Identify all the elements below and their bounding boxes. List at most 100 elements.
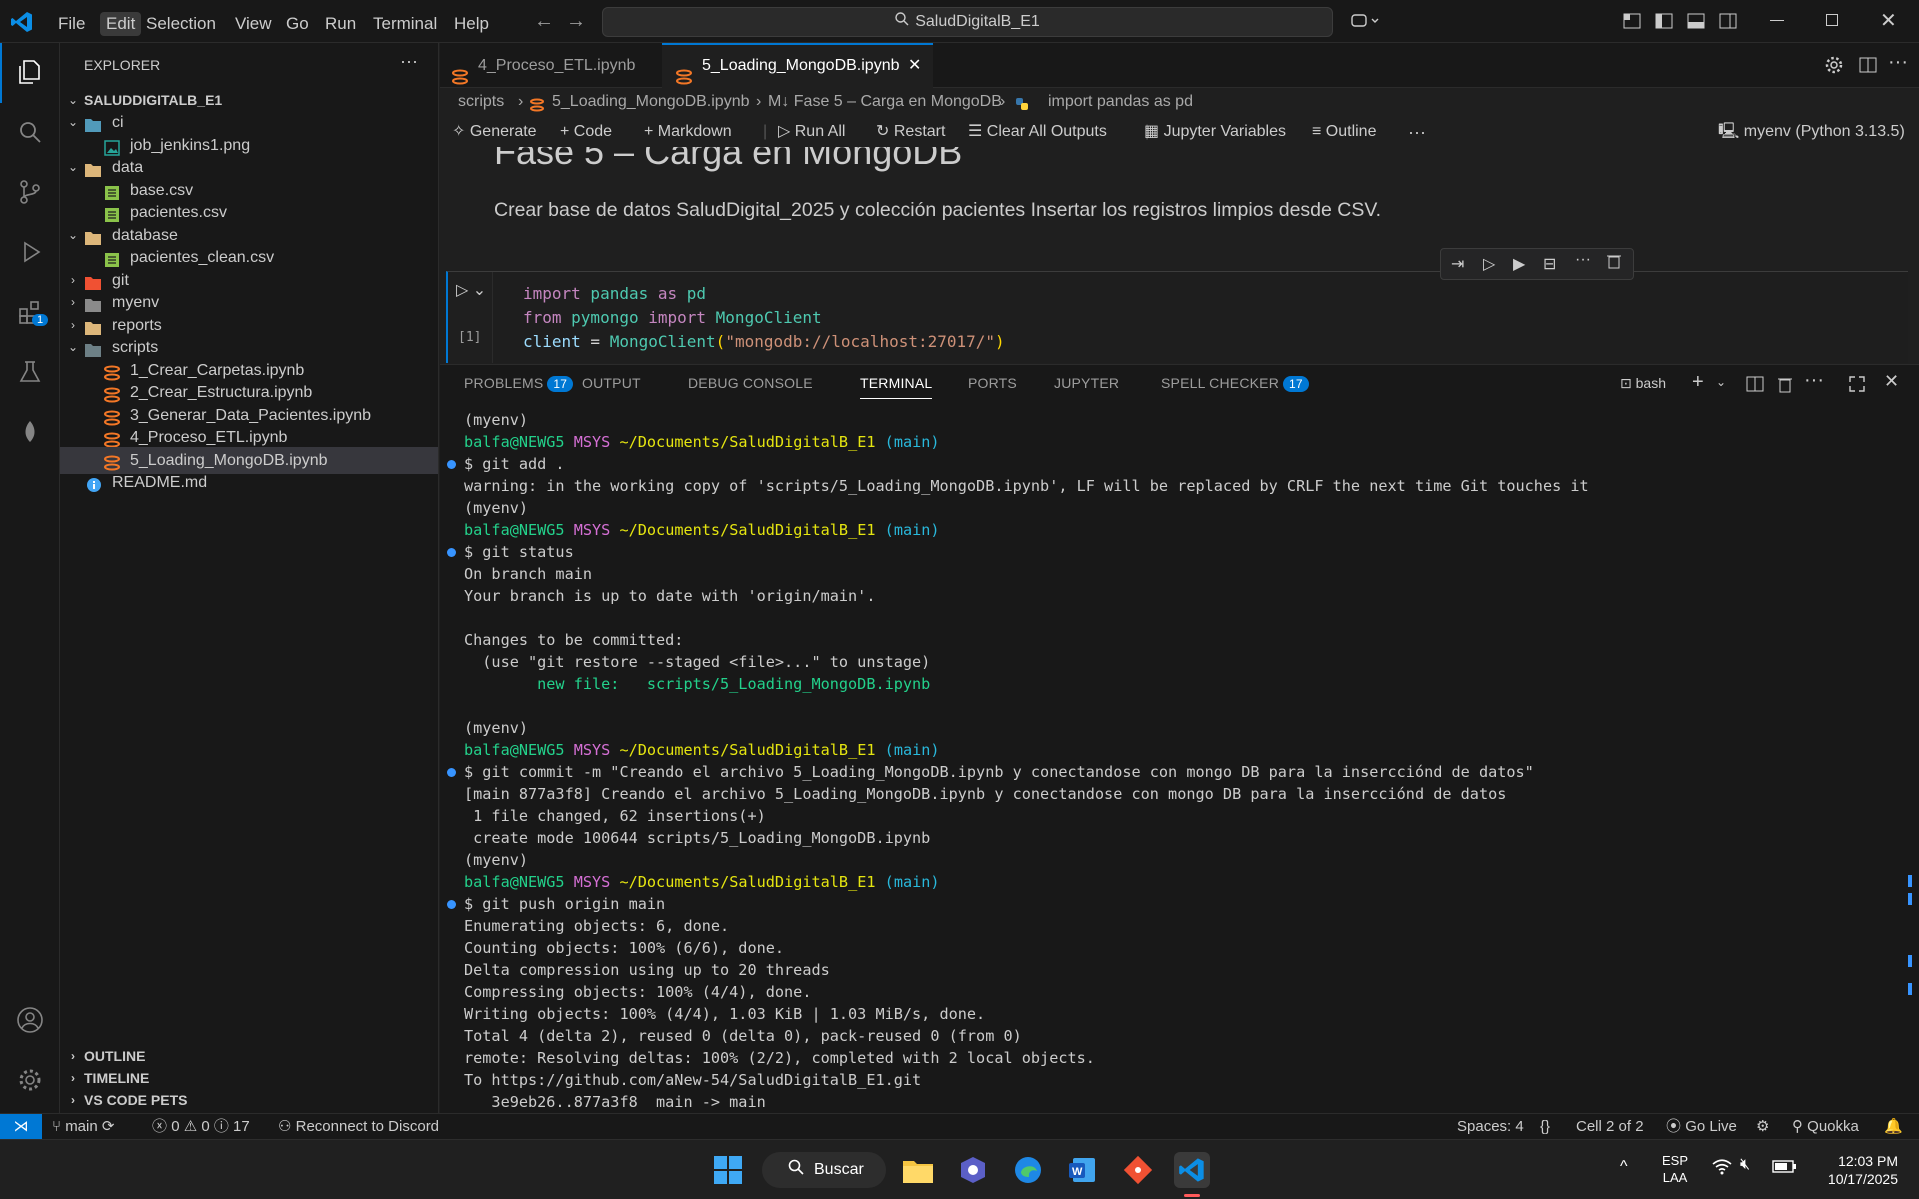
outline-button[interactable]: ≡ Outline: [1312, 117, 1376, 147]
run-all-button[interactable]: ▷ Run All: [778, 117, 845, 147]
menu-run[interactable]: Run: [319, 12, 362, 36]
execute-above-icon[interactable]: ⇥: [1451, 254, 1464, 274]
menu-terminal[interactable]: Terminal: [367, 12, 443, 36]
panel-tab-problems[interactable]: PROBLEMS 17: [464, 375, 574, 392]
file-readme-md[interactable]: README.md: [60, 469, 438, 496]
execute-below-icon[interactable]: ▷: [1483, 254, 1495, 274]
toggle-panel-icon[interactable]: [1686, 11, 1706, 31]
panel-tab-terminal[interactable]: TERMINAL: [860, 375, 933, 399]
breadcrumb-folder[interactable]: scripts: [458, 88, 504, 116]
split-cell-icon[interactable]: ⊟: [1543, 254, 1556, 274]
extensions-icon[interactable]: 1: [14, 296, 49, 328]
panel-tab-ports[interactable]: PORTS: [968, 375, 1017, 391]
wifi-icon[interactable]: [1712, 1159, 1732, 1180]
word-icon[interactable]: W: [1064, 1152, 1100, 1188]
go-live-button[interactable]: ⦿ Go Live: [1666, 1114, 1737, 1139]
source-control-icon[interactable]: [14, 176, 46, 208]
show-hidden-icons-chevron[interactable]: ^: [1620, 1158, 1628, 1176]
panel-tab-spell-checker[interactable]: SPELL CHECKER 17: [1161, 375, 1309, 392]
close-tab-icon[interactable]: ✕: [908, 43, 921, 88]
terminal-output[interactable]: (myenv) balfa@NEWG5 MSYS ~/Documents/Salu…: [447, 409, 1884, 1113]
toggle-secondary-sidebar-icon[interactable]: [1718, 11, 1738, 31]
spaces-indicator[interactable]: Spaces: 4: [1457, 1114, 1524, 1139]
terminal-shell-selector[interactable]: ⊡ bash: [1620, 375, 1666, 392]
tab-4-proceso-etl[interactable]: 4_Proceso_ETL.ipynb: [440, 43, 662, 88]
manage-gear-icon[interactable]: [14, 1064, 46, 1096]
clock[interactable]: 12:03 PM 10/17/2025: [1818, 1152, 1898, 1188]
close-panel-icon[interactable]: ✕: [1884, 371, 1899, 392]
code-editor[interactable]: import pandas as pd from pymongo import M…: [492, 272, 1908, 363]
run-cell-below-icon[interactable]: ▶: [1513, 254, 1525, 274]
delete-cell-icon[interactable]: [1607, 253, 1621, 274]
discord-status[interactable]: ⚇ Reconnect to Discord: [278, 1114, 439, 1139]
vscode-taskbar-icon[interactable]: [1174, 1152, 1210, 1188]
panel-tab-debug-console[interactable]: DEBUG CONSOLE: [688, 375, 813, 391]
language-braces-icon[interactable]: {}: [1540, 1114, 1550, 1139]
run-cell-icon[interactable]: ▷ ⌄: [456, 280, 486, 300]
command-decoration-icon[interactable]: [447, 548, 456, 557]
file-explorer-icon[interactable]: [900, 1152, 936, 1188]
menu-view[interactable]: View: [229, 12, 278, 36]
kernel-picker[interactable]: 🖳 myenv (Python 3.13.5): [1718, 117, 1905, 147]
terminal-scrollbar[interactable]: [1902, 365, 1912, 1114]
copilot-status-icon[interactable]: ⚙: [1756, 1114, 1769, 1139]
breadcrumb-cell[interactable]: import pandas as pd: [1048, 88, 1193, 116]
settings-gear-icon[interactable]: [1824, 55, 1844, 80]
generate-button[interactable]: ✧ Generate: [452, 117, 537, 147]
git-app-icon[interactable]: [1120, 1152, 1156, 1188]
panel-tab-jupyter[interactable]: JUPYTER: [1054, 375, 1119, 391]
new-terminal-icon[interactable]: +: [1692, 371, 1704, 394]
back-arrow-icon[interactable]: ←: [534, 10, 554, 33]
testing-icon[interactable]: [14, 356, 46, 388]
menu-go[interactable]: Go: [280, 12, 315, 36]
menu-selection[interactable]: Selection: [140, 12, 222, 36]
more-actions-icon[interactable]: ···: [1888, 51, 1908, 74]
customize-layout-icon[interactable]: [1622, 11, 1642, 31]
jupyter-variables-button[interactable]: ▦ Jupyter Variables: [1144, 117, 1286, 147]
clear-outputs-button[interactable]: ☰ Clear All Outputs: [968, 117, 1107, 147]
volume-muted-icon[interactable]: 🔇︎: [1740, 1156, 1750, 1174]
cell-indicator[interactable]: Cell 2 of 2: [1576, 1114, 1644, 1139]
add-code-button[interactable]: + Code: [560, 117, 612, 147]
code-cell[interactable]: ▷ ⌄ [1] import pandas as pd from pymongo …: [446, 271, 1908, 363]
search-icon[interactable]: [14, 116, 46, 148]
split-terminal-icon[interactable]: [1746, 375, 1764, 398]
close-window-icon[interactable]: ✕: [1880, 8, 1897, 33]
menu-file[interactable]: File: [52, 12, 91, 36]
battery-icon[interactable]: [1772, 1158, 1798, 1179]
restart-button[interactable]: ↻ Restart: [876, 117, 945, 147]
panel-more-icon[interactable]: ···: [1804, 369, 1824, 392]
copilot-icon[interactable]: [1350, 11, 1380, 31]
minimize-icon[interactable]: [1770, 20, 1784, 21]
forward-arrow-icon[interactable]: →: [566, 10, 586, 33]
run-debug-icon[interactable]: [14, 236, 46, 268]
kill-terminal-icon[interactable]: [1778, 375, 1792, 398]
toolbar-more-icon[interactable]: ···: [1408, 117, 1426, 147]
panel-tab-output[interactable]: OUTPUT: [582, 375, 641, 391]
vscode-pets-section[interactable]: › VS CODE PETS: [60, 1087, 438, 1114]
restore-icon[interactable]: [1826, 14, 1838, 26]
split-editor-icon[interactable]: [1858, 55, 1878, 80]
accounts-icon[interactable]: [14, 1004, 46, 1036]
toggle-sidebar-icon[interactable]: [1654, 11, 1674, 31]
notifications-bell-icon[interactable]: 🔔: [1884, 1114, 1903, 1139]
branch-indicator[interactable]: ⑂ main ⟳: [52, 1114, 114, 1139]
edge-browser-icon[interactable]: [1010, 1152, 1046, 1188]
maximize-panel-icon[interactable]: [1848, 375, 1866, 398]
command-decoration-icon[interactable]: [447, 460, 456, 469]
menu-edit[interactable]: Edit: [100, 12, 142, 36]
problems-indicator[interactable]: ⓧ 0 ⚠ 0 ⓘ 17: [152, 1114, 250, 1139]
input-language[interactable]: ESP LAA: [1662, 1152, 1688, 1186]
taskbar-search[interactable]: Buscar: [762, 1152, 886, 1188]
mongodb-leaf-icon[interactable]: [14, 416, 46, 448]
more-actions-icon[interactable]: ···: [400, 51, 418, 72]
add-markdown-button[interactable]: + Markdown: [644, 117, 732, 147]
quokka-status[interactable]: ⚲ Quokka: [1792, 1114, 1859, 1139]
chevron-down-icon[interactable]: ⌄: [1716, 375, 1726, 389]
remote-indicator-icon[interactable]: ⋊: [0, 1114, 42, 1139]
breadcrumb-file[interactable]: 5_Loading_MongoDB.ipynb: [552, 88, 749, 116]
menu-help[interactable]: Help: [448, 12, 495, 36]
command-decoration-icon[interactable]: [447, 900, 456, 909]
shield-app-icon[interactable]: [955, 1152, 991, 1188]
breadcrumb-markdown[interactable]: M↓ Fase 5 – Carga en MongoDB: [768, 88, 1002, 116]
